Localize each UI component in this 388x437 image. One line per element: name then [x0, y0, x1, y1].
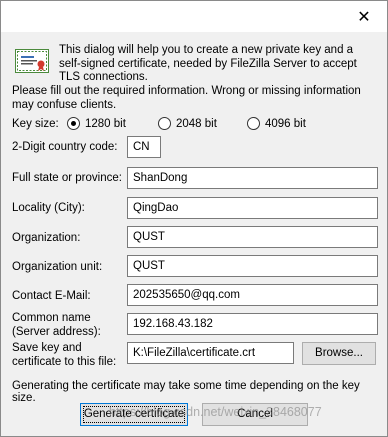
radio-label: 4096 bit: [265, 117, 306, 130]
country-field[interactable]: CN: [127, 136, 161, 158]
state-field[interactable]: ShanDong: [127, 167, 378, 189]
save-file-field[interactable]: K:\FileZilla\certificate.crt: [127, 342, 294, 364]
save-file-label-line1: Save key and: [12, 342, 82, 354]
certificate-dialog: ✕ This dialog will help you to create a …: [0, 0, 388, 437]
instruction-text: Please fill out the required information…: [12, 85, 361, 111]
generation-note: Generating the certificate may take some…: [12, 380, 360, 404]
key-size-2048-radio[interactable]: 2048 bit: [158, 117, 217, 130]
locality-label: Locality (City):: [12, 202, 85, 214]
close-button[interactable]: ✕: [341, 1, 387, 32]
radio-label: 2048 bit: [176, 117, 217, 130]
key-size-4096-radio[interactable]: 4096 bit: [247, 117, 306, 130]
certificate-icon: [15, 49, 49, 73]
key-size-1280-radio[interactable]: 1280 bit: [67, 117, 126, 130]
radio-selected-icon: [67, 117, 80, 130]
watermark-text: https://blog.csdn.net/weixin_38468077: [109, 405, 322, 419]
title-bar: ✕: [1, 1, 387, 32]
intro-text: This dialog will help you to create a ne…: [59, 44, 357, 83]
organization-unit-label: Organization unit:: [12, 261, 103, 273]
organization-label: Organization:: [12, 232, 81, 244]
key-size-label: Key size:: [12, 118, 59, 130]
close-icon: ✕: [357, 8, 371, 26]
common-name-label: Common name (Server address):: [12, 312, 101, 339]
state-label: Full state or province:: [12, 172, 122, 184]
radio-unselected-icon: [247, 117, 260, 130]
radio-unselected-icon: [158, 117, 171, 130]
organization-field[interactable]: QUST: [127, 226, 378, 248]
browse-button[interactable]: Browse...: [302, 342, 376, 365]
save-file-label: Save key and certificate to this file:: [12, 342, 116, 369]
locality-field[interactable]: QingDao: [127, 197, 378, 219]
common-name-field[interactable]: 192.168.43.182: [127, 313, 378, 335]
save-file-label-line2: certificate to this file:: [12, 355, 117, 368]
common-name-label-line1: Common name: [12, 312, 91, 324]
email-field[interactable]: 202535650@qq.com: [127, 284, 378, 306]
common-name-label-line2: (Server address):: [12, 325, 101, 338]
radio-label: 1280 bit: [85, 117, 126, 130]
organization-unit-field[interactable]: QUST: [127, 255, 378, 277]
country-label: 2-Digit country code:: [12, 141, 118, 153]
email-label: Contact E-Mail:: [12, 290, 91, 302]
